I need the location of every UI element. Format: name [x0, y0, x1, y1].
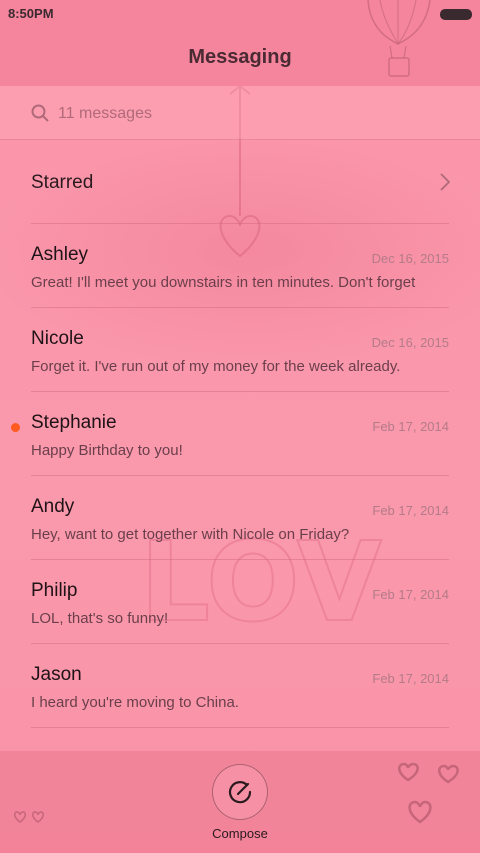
message-sender: Ashley	[31, 244, 89, 265]
search-placeholder: 11 messages	[58, 105, 152, 122]
message-date: Feb 17, 2014	[372, 503, 449, 518]
message-snippet: I heard you're moving to China.	[31, 694, 239, 711]
message-date: Dec 16, 2015	[371, 251, 449, 266]
search-icon	[31, 104, 49, 122]
message-sender: Nicole	[31, 328, 84, 349]
message-date: Dec 16, 2015	[371, 335, 449, 350]
message-row-stephanie[interactable]: Stephanie Feb 17, 2014 Happy Birthday to…	[0, 392, 480, 476]
message-sender: Jason	[31, 664, 82, 685]
chevron-right-icon	[440, 173, 450, 191]
battery-icon	[440, 9, 472, 20]
message-snippet: Great! I'll meet you downstairs in ten m…	[31, 274, 416, 291]
status-time: 8:50PM	[8, 6, 54, 21]
message-sender: Philip	[31, 580, 78, 601]
starred-row[interactable]: Starred	[0, 140, 480, 224]
message-sender: Stephanie	[31, 412, 117, 433]
message-row-ashley[interactable]: Ashley Dec 16, 2015 Great! I'll meet you…	[0, 224, 480, 308]
row-divider	[31, 727, 449, 728]
message-sender: Andy	[31, 496, 75, 517]
compose-label: Compose	[212, 826, 268, 841]
unread-indicator	[11, 423, 20, 432]
message-row-jason[interactable]: Jason Feb 17, 2014 I heard you're moving…	[0, 644, 480, 728]
message-row-andy[interactable]: Andy Feb 17, 2014 Hey, want to get toget…	[0, 476, 480, 560]
message-list: Ashley Dec 16, 2015 Great! I'll meet you…	[0, 224, 480, 728]
message-date: Feb 17, 2014	[372, 419, 449, 434]
page-title: Messaging	[188, 46, 292, 68]
compose-icon	[228, 781, 252, 804]
starred-label: Starred	[31, 172, 94, 193]
message-row-philip[interactable]: Philip Feb 17, 2014 LOL, that's so funny…	[0, 560, 480, 644]
message-snippet: LOL, that's so funny!	[31, 610, 169, 627]
message-snippet: Forget it. I've run out of my money for …	[31, 358, 401, 375]
message-row-nicole[interactable]: Nicole Dec 16, 2015 Forget it. I've run …	[0, 308, 480, 392]
status-bar: 8:50PM	[0, 0, 480, 28]
message-snippet: Hey, want to get together with Nicole on…	[31, 526, 350, 543]
compose-button[interactable]	[212, 764, 268, 820]
message-date: Feb 17, 2014	[372, 671, 449, 686]
message-snippet: Happy Birthday to you!	[31, 442, 183, 459]
message-date: Feb 17, 2014	[372, 587, 449, 602]
